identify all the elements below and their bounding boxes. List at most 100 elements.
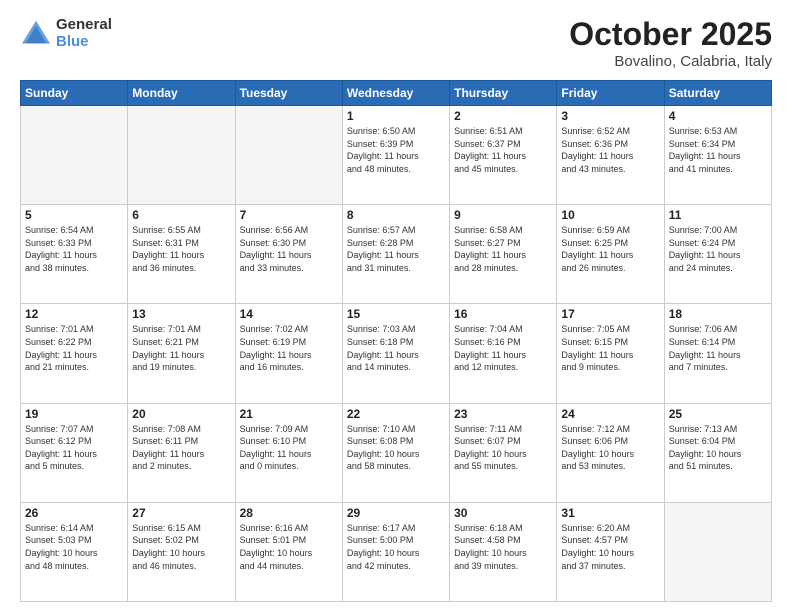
calendar-header-monday: Monday [128,81,235,106]
day-number: 6 [132,208,230,222]
calendar-cell [664,502,771,601]
day-number: 8 [347,208,445,222]
day-info: Sunrise: 6:14 AM Sunset: 5:03 PM Dayligh… [25,522,123,572]
day-number: 28 [240,506,338,520]
day-number: 20 [132,407,230,421]
calendar-cell: 5Sunrise: 6:54 AM Sunset: 6:33 PM Daylig… [21,205,128,304]
day-info: Sunrise: 6:53 AM Sunset: 6:34 PM Dayligh… [669,125,767,175]
day-info: Sunrise: 6:50 AM Sunset: 6:39 PM Dayligh… [347,125,445,175]
calendar-header-friday: Friday [557,81,664,106]
main-title: October 2025 [569,16,772,53]
day-info: Sunrise: 7:01 AM Sunset: 6:21 PM Dayligh… [132,323,230,373]
calendar-cell: 23 Sunrise: 7:11 AM Sunset: 6:07 PM Dayli… [450,403,557,502]
calendar-cell: 17 Sunrise: 7:05 AM Sunset: 6:15 PM Dayli… [557,304,664,403]
day-info: Sunrise: 6:57 AM Sunset: 6:28 PM Dayligh… [347,224,445,274]
day-info: Sunrise: 6:17 AM Sunset: 5:00 PM Dayligh… [347,522,445,572]
calendar-cell: 22 Sunrise: 7:10 AM Sunset: 6:08 PM Dayli… [342,403,449,502]
day-info: Sunrise: 7:07 AM Sunset: 6:12 PM Dayligh… [25,423,123,473]
day-number: 31 [561,506,659,520]
calendar-header-wednesday: Wednesday [342,81,449,106]
day-number: 15 [347,307,445,321]
calendar-cell: 25 Sunrise: 7:13 AM Sunset: 6:04 PM Dayli… [664,403,771,502]
calendar-cell: 11Sunrise: 7:00 AM Sunset: 6:24 PM Dayli… [664,205,771,304]
day-number: 10 [561,208,659,222]
day-number: 21 [240,407,338,421]
calendar-cell [21,106,128,205]
calendar-cell: 29 Sunrise: 6:17 AM Sunset: 5:00 PM Dayli… [342,502,449,601]
day-number: 26 [25,506,123,520]
page: General Blue October 2025 Bovalino, Cala… [0,0,792,612]
week-row-2: 5Sunrise: 6:54 AM Sunset: 6:33 PM Daylig… [21,205,772,304]
day-number: 3 [561,109,659,123]
day-info: Sunrise: 7:09 AM Sunset: 6:10 PM Dayligh… [240,423,338,473]
calendar-table: SundayMondayTuesdayWednesdayThursdayFrid… [20,80,772,602]
week-row-4: 19 Sunrise: 7:07 AM Sunset: 6:12 PM Dayli… [21,403,772,502]
calendar-cell: 18Sunrise: 7:06 AM Sunset: 6:14 PM Dayli… [664,304,771,403]
day-number: 17 [561,307,659,321]
day-info: Sunrise: 6:58 AM Sunset: 6:27 PM Dayligh… [454,224,552,274]
day-number: 16 [454,307,552,321]
day-info: Sunrise: 7:04 AM Sunset: 6:16 PM Dayligh… [454,323,552,373]
day-info: Sunrise: 7:01 AM Sunset: 6:22 PM Dayligh… [25,323,123,373]
day-number: 1 [347,109,445,123]
day-info: Sunrise: 6:56 AM Sunset: 6:30 PM Dayligh… [240,224,338,274]
day-number: 2 [454,109,552,123]
calendar-cell: 13 Sunrise: 7:01 AM Sunset: 6:21 PM Dayli… [128,304,235,403]
calendar-cell: 6 Sunrise: 6:55 AM Sunset: 6:31 PM Daylig… [128,205,235,304]
day-info: Sunrise: 7:13 AM Sunset: 6:04 PM Dayligh… [669,423,767,473]
calendar-cell: 31 Sunrise: 6:20 AM Sunset: 4:57 PM Dayli… [557,502,664,601]
calendar-cell: 20 Sunrise: 7:08 AM Sunset: 6:11 PM Dayli… [128,403,235,502]
day-number: 29 [347,506,445,520]
day-info: Sunrise: 7:05 AM Sunset: 6:15 PM Dayligh… [561,323,659,373]
logo: General Blue [20,16,112,50]
day-info: Sunrise: 6:16 AM Sunset: 5:01 PM Dayligh… [240,522,338,572]
calendar-cell [235,106,342,205]
day-number: 23 [454,407,552,421]
calendar-cell: 2 Sunrise: 6:51 AM Sunset: 6:37 PM Daylig… [450,106,557,205]
day-info: Sunrise: 6:54 AM Sunset: 6:33 PM Dayligh… [25,224,123,274]
day-number: 12 [25,307,123,321]
calendar-header-row: SundayMondayTuesdayWednesdayThursdayFrid… [21,81,772,106]
calendar-cell: 19 Sunrise: 7:07 AM Sunset: 6:12 PM Dayli… [21,403,128,502]
calendar-cell: 28 Sunrise: 6:16 AM Sunset: 5:01 PM Dayli… [235,502,342,601]
calendar-header-sunday: Sunday [21,81,128,106]
day-number: 25 [669,407,767,421]
day-info: Sunrise: 7:03 AM Sunset: 6:18 PM Dayligh… [347,323,445,373]
week-row-1: 1 Sunrise: 6:50 AM Sunset: 6:39 PM Daylig… [21,106,772,205]
day-number: 13 [132,307,230,321]
day-number: 27 [132,506,230,520]
calendar-cell: 12 Sunrise: 7:01 AM Sunset: 6:22 PM Dayli… [21,304,128,403]
logo-icon [20,19,52,47]
day-info: Sunrise: 7:08 AM Sunset: 6:11 PM Dayligh… [132,423,230,473]
day-number: 22 [347,407,445,421]
calendar-header-thursday: Thursday [450,81,557,106]
calendar-cell: 4 Sunrise: 6:53 AM Sunset: 6:34 PM Daylig… [664,106,771,205]
day-info: Sunrise: 7:11 AM Sunset: 6:07 PM Dayligh… [454,423,552,473]
day-info: Sunrise: 6:20 AM Sunset: 4:57 PM Dayligh… [561,522,659,572]
calendar-header-tuesday: Tuesday [235,81,342,106]
day-number: 11 [669,208,767,222]
calendar-cell: 30 Sunrise: 6:18 AM Sunset: 4:58 PM Dayli… [450,502,557,601]
calendar-cell: 14Sunrise: 7:02 AM Sunset: 6:19 PM Dayli… [235,304,342,403]
day-number: 9 [454,208,552,222]
day-info: Sunrise: 7:12 AM Sunset: 6:06 PM Dayligh… [561,423,659,473]
week-row-5: 26 Sunrise: 6:14 AM Sunset: 5:03 PM Dayli… [21,502,772,601]
calendar-cell: 16 Sunrise: 7:04 AM Sunset: 6:16 PM Dayli… [450,304,557,403]
calendar-cell: 15 Sunrise: 7:03 AM Sunset: 6:18 PM Dayli… [342,304,449,403]
day-number: 4 [669,109,767,123]
day-info: Sunrise: 6:18 AM Sunset: 4:58 PM Dayligh… [454,522,552,572]
day-number: 19 [25,407,123,421]
day-info: Sunrise: 7:02 AM Sunset: 6:19 PM Dayligh… [240,323,338,373]
calendar-cell: 7Sunrise: 6:56 AM Sunset: 6:30 PM Daylig… [235,205,342,304]
subtitle: Bovalino, Calabria, Italy [569,53,772,70]
calendar-cell: 10Sunrise: 6:59 AM Sunset: 6:25 PM Dayli… [557,205,664,304]
day-info: Sunrise: 6:55 AM Sunset: 6:31 PM Dayligh… [132,224,230,274]
title-block: October 2025 Bovalino, Calabria, Italy [569,16,772,70]
logo-text: General Blue [56,16,112,50]
calendar-cell: 8 Sunrise: 6:57 AM Sunset: 6:28 PM Daylig… [342,205,449,304]
day-info: Sunrise: 6:51 AM Sunset: 6:37 PM Dayligh… [454,125,552,175]
day-number: 30 [454,506,552,520]
day-info: Sunrise: 7:10 AM Sunset: 6:08 PM Dayligh… [347,423,445,473]
calendar-cell: 24Sunrise: 7:12 AM Sunset: 6:06 PM Dayli… [557,403,664,502]
calendar-cell: 26 Sunrise: 6:14 AM Sunset: 5:03 PM Dayli… [21,502,128,601]
